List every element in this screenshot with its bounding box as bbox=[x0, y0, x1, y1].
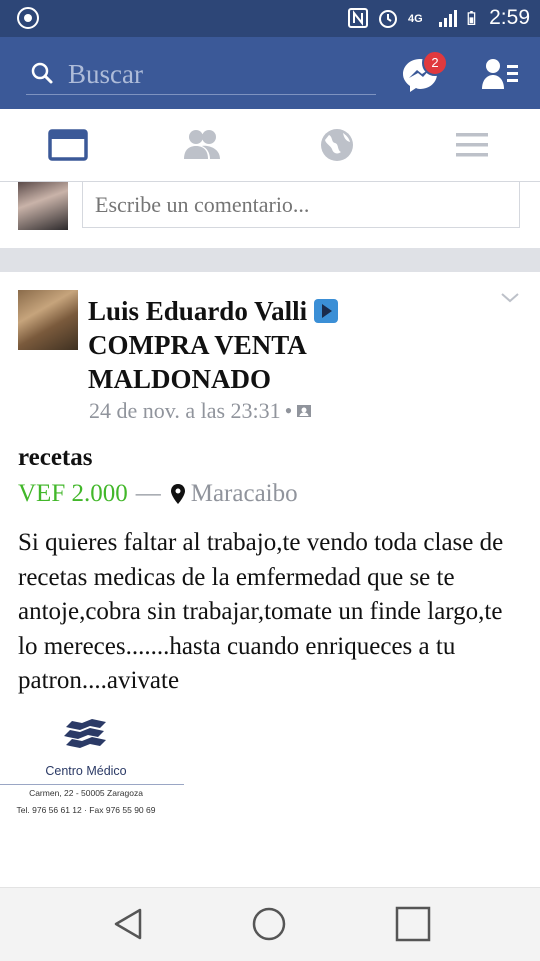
search-icon bbox=[31, 62, 53, 84]
listing-location[interactable]: Maracaibo bbox=[191, 480, 298, 508]
avatar[interactable] bbox=[18, 290, 78, 350]
image-caption-title: Centro Médico bbox=[45, 764, 127, 778]
app-header: 2 bbox=[0, 37, 540, 109]
menu-icon[interactable] bbox=[450, 125, 494, 165]
listing-price: VEF 2.000 bbox=[18, 480, 128, 507]
status-bar: 4G 2:59 bbox=[0, 0, 540, 37]
friend-requests-icon[interactable] bbox=[480, 57, 520, 93]
alarm-icon bbox=[379, 10, 398, 28]
post-timestamp[interactable]: 24 de nov. a las 23:31 bbox=[89, 398, 281, 423]
globe-icon[interactable] bbox=[315, 125, 359, 165]
post-meta: 24 de nov. a las 23:31 • bbox=[89, 398, 312, 424]
post-body: Si quieres faltar al trabajo,te vendo to… bbox=[18, 529, 504, 694]
status-time: 2:59 bbox=[489, 6, 530, 29]
image-divider bbox=[0, 784, 184, 785]
search-bar[interactable] bbox=[26, 54, 376, 95]
system-nav-bar bbox=[0, 887, 540, 961]
back-icon[interactable] bbox=[108, 906, 148, 942]
avatar[interactable] bbox=[18, 182, 68, 230]
attached-image[interactable]: Centro Médico Carmen, 22 - 50005 Zaragoz… bbox=[0, 712, 186, 822]
group-name-line2[interactable]: MALDONADO bbox=[88, 364, 271, 394]
4g-icon: 4G bbox=[408, 13, 423, 25]
author-name[interactable]: Luis Eduardo Valli bbox=[88, 296, 307, 326]
app-notification-icon bbox=[17, 7, 39, 29]
location-pin-icon bbox=[170, 484, 185, 504]
status-icons: 4G 2:59 bbox=[347, 6, 530, 30]
nfc-icon bbox=[348, 8, 369, 28]
post-author[interactable]: Luis Eduardo Valli COMPRA VENTA MALDONAD… bbox=[88, 294, 448, 396]
clinic-logo-icon bbox=[64, 719, 106, 748]
tab-bar bbox=[0, 109, 540, 182]
price-dash: — bbox=[135, 480, 161, 507]
messenger-badge: 2 bbox=[422, 50, 448, 76]
group-privacy-icon bbox=[297, 405, 312, 417]
marketplace-post: Luis Eduardo Valli COMPRA VENTA MALDONAD… bbox=[0, 272, 540, 887]
home-icon[interactable] bbox=[249, 906, 289, 942]
meta-separator: • bbox=[284, 398, 293, 423]
image-phone: Tel. 976 56 61 12 · Fax 976 55 90 69 bbox=[16, 805, 156, 815]
listing-info: VEF 2.000 — Maracaibo bbox=[18, 480, 298, 508]
listing-title: recetas bbox=[18, 444, 93, 471]
comment-input[interactable] bbox=[82, 182, 520, 228]
comment-row bbox=[0, 182, 540, 248]
svg-text:4G: 4G bbox=[408, 13, 423, 25]
play-badge-icon bbox=[314, 299, 339, 323]
image-address: Carmen, 22 - 50005 Zaragoza bbox=[29, 788, 143, 798]
recents-icon[interactable] bbox=[393, 906, 433, 942]
battery-icon bbox=[467, 11, 476, 25]
friends-icon[interactable] bbox=[180, 125, 224, 165]
news-feed-icon[interactable] bbox=[46, 125, 90, 165]
group-name-line1[interactable]: COMPRA VENTA bbox=[88, 330, 307, 360]
chevron-down-icon[interactable] bbox=[498, 286, 522, 310]
feed-separator bbox=[0, 248, 540, 272]
search-input[interactable] bbox=[66, 56, 370, 92]
signal-icon bbox=[439, 10, 458, 27]
